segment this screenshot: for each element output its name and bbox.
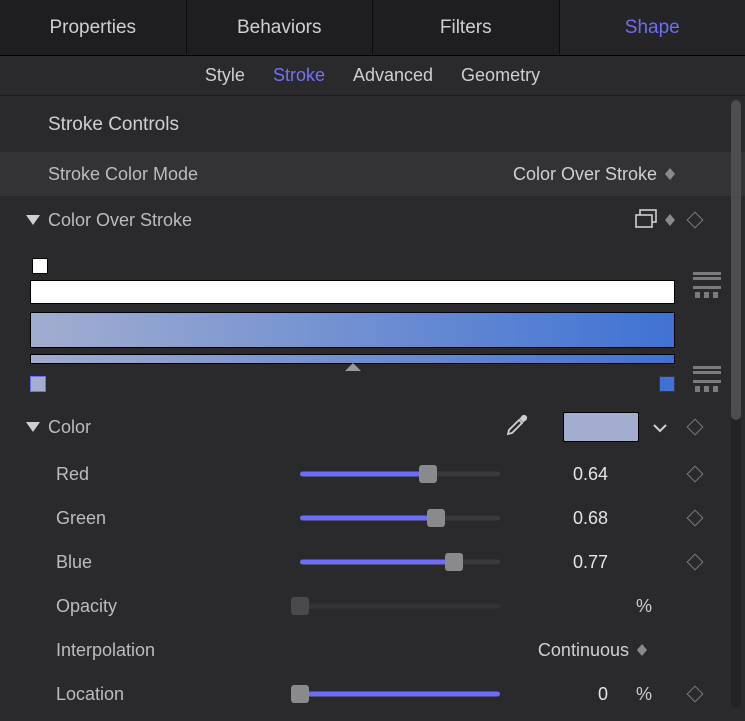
gradient-editor — [0, 244, 745, 402]
color-stops-row — [30, 376, 675, 394]
popup-stroke-color-mode[interactable]: Color Over Stroke — [513, 164, 675, 185]
label-color: Color — [48, 417, 308, 438]
row-color-over-stroke: Color Over Stroke — [0, 196, 745, 244]
sub-tabs: Style Stroke Advanced Geometry — [0, 56, 745, 96]
tab-filters[interactable]: Filters — [373, 0, 560, 55]
subtab-stroke[interactable]: Stroke — [273, 65, 325, 86]
gradient-midpoint-row — [30, 364, 675, 374]
popup-stroke-color-mode-value: Color Over Stroke — [513, 164, 657, 185]
color-stop-right[interactable] — [659, 376, 675, 392]
row-opacity: Opacity % — [0, 584, 745, 628]
gradient-bar[interactable] — [30, 312, 675, 348]
tab-behaviors-label: Behaviors — [237, 17, 322, 39]
label-stroke-color-mode: Stroke Color Mode — [48, 164, 308, 185]
gradient-preset-icon[interactable] — [635, 209, 675, 231]
main-tabs: Properties Behaviors Filters Shape — [0, 0, 745, 56]
row-color: Color — [0, 402, 745, 452]
tab-shape-label: Shape — [625, 17, 680, 39]
slider-red[interactable] — [300, 464, 500, 484]
eyedropper-icon[interactable] — [505, 413, 529, 442]
updown-icon — [665, 168, 675, 180]
tab-filters-label: Filters — [440, 17, 492, 39]
label-color-over-stroke: Color Over Stroke — [48, 210, 308, 231]
disclosure-color-over-stroke[interactable] — [26, 213, 40, 227]
color-distribute-tags-icon[interactable] — [693, 378, 721, 392]
opacity-stop-left[interactable] — [32, 258, 48, 274]
popup-interpolation-value: Continuous — [538, 640, 629, 661]
scrollbar[interactable] — [731, 100, 741, 708]
section-stroke-controls: Stroke Controls — [0, 96, 745, 152]
tab-properties[interactable]: Properties — [0, 0, 187, 55]
slider-green[interactable] — [300, 508, 500, 528]
row-stroke-color-mode: Stroke Color Mode Color Over Stroke — [0, 152, 745, 196]
keyframe-color-over-stroke[interactable] — [687, 212, 704, 229]
label-opacity: Opacity — [50, 596, 160, 617]
label-blue: Blue — [50, 552, 160, 573]
color-swatch[interactable] — [563, 412, 639, 442]
color-stop-left[interactable] — [30, 376, 46, 392]
keyframe-location[interactable] — [687, 686, 704, 703]
tab-properties-label: Properties — [49, 17, 136, 39]
row-red: Red 0.64 — [0, 452, 745, 496]
value-location[interactable]: 0 — [528, 684, 608, 705]
disclosure-color[interactable] — [26, 420, 40, 434]
row-interpolation: Interpolation Continuous — [0, 628, 745, 672]
value-red[interactable]: 0.64 — [528, 464, 608, 485]
updown-icon — [637, 644, 647, 656]
unit-opacity: % — [636, 596, 662, 617]
value-blue[interactable]: 0.77 — [528, 552, 608, 573]
color-distribute-even-icon[interactable] — [693, 360, 721, 374]
value-green[interactable]: 0.68 — [528, 508, 608, 529]
tab-shape[interactable]: Shape — [560, 0, 745, 55]
row-green: Green 0.68 — [0, 496, 745, 540]
label-green: Green — [50, 508, 160, 529]
tab-behaviors[interactable]: Behaviors — [187, 0, 374, 55]
unit-location: % — [636, 684, 662, 705]
keyframe-blue[interactable] — [687, 554, 704, 571]
label-interpolation: Interpolation — [50, 640, 220, 661]
row-location: Location 0 % — [0, 672, 745, 716]
keyframe-green[interactable] — [687, 510, 704, 527]
subtab-advanced[interactable]: Advanced — [353, 65, 433, 86]
scrollbar-thumb[interactable] — [731, 100, 741, 420]
midpoint-handle[interactable] — [345, 363, 361, 371]
opacity-distribute-tags-icon[interactable] — [693, 284, 721, 298]
inspector-body: Stroke Controls Stroke Color Mode Color … — [0, 96, 745, 716]
subtab-style[interactable]: Style — [205, 65, 245, 86]
opacity-bar[interactable] — [30, 280, 675, 304]
updown-icon — [665, 214, 675, 226]
subtab-geometry[interactable]: Geometry — [461, 65, 540, 86]
slider-opacity — [300, 596, 500, 616]
row-blue: Blue 0.77 — [0, 540, 745, 584]
slider-location[interactable] — [300, 684, 500, 704]
chevron-down-icon[interactable] — [653, 417, 667, 438]
slider-blue[interactable] — [300, 552, 500, 572]
keyframe-red[interactable] — [687, 466, 704, 483]
label-red: Red — [50, 464, 160, 485]
label-location: Location — [50, 684, 160, 705]
opacity-distribute-even-icon[interactable] — [693, 266, 721, 280]
keyframe-color[interactable] — [687, 419, 704, 436]
popup-interpolation[interactable]: Continuous — [538, 640, 647, 661]
